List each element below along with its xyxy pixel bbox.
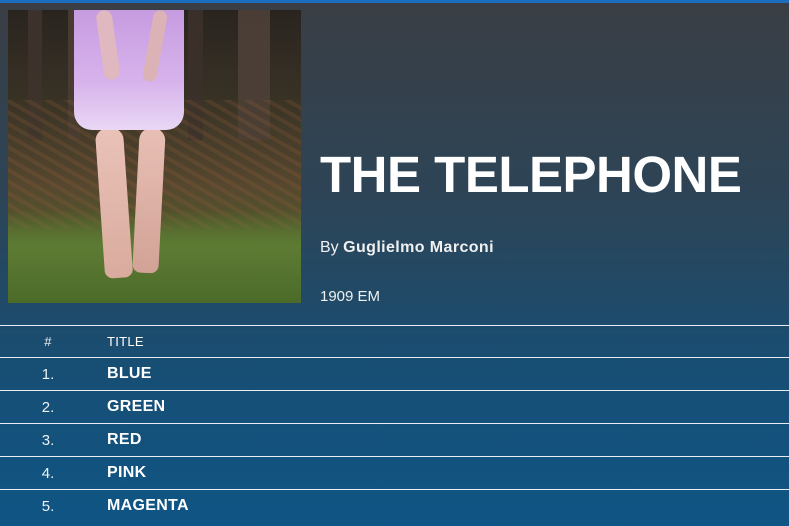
cover-figure-dress bbox=[74, 10, 184, 130]
column-header-number: # bbox=[44, 334, 52, 349]
album-header: THE TELEPHONE By Guglielmo Marconi 1909 … bbox=[0, 3, 789, 325]
album-cover-image bbox=[8, 10, 301, 303]
track-number: 1. bbox=[41, 365, 55, 383]
column-header-title: TITLE bbox=[107, 334, 144, 349]
track-number: 3. bbox=[41, 431, 55, 449]
artist-name[interactable]: Guglielmo Marconi bbox=[343, 239, 494, 256]
track-number: 4. bbox=[41, 464, 55, 482]
track-row[interactable]: 3. RED bbox=[0, 423, 789, 456]
album-title: THE TELEPHONE bbox=[320, 146, 742, 203]
track-title: MAGENTA bbox=[107, 497, 189, 514]
track-list: # TITLE 1. BLUE 2. GREEN 3. RED 4. PINK … bbox=[0, 325, 789, 522]
track-title: RED bbox=[107, 431, 142, 448]
track-number: 2. bbox=[41, 398, 55, 416]
track-row[interactable]: 5. MAGENTA bbox=[0, 489, 789, 522]
track-row[interactable]: 1. BLUE bbox=[0, 357, 789, 390]
track-row[interactable]: 4. PINK bbox=[0, 456, 789, 489]
track-title: BLUE bbox=[107, 365, 152, 382]
track-row[interactable]: 2. GREEN bbox=[0, 390, 789, 423]
byline-prefix: By bbox=[320, 239, 339, 256]
track-list-header: # TITLE bbox=[0, 325, 789, 357]
track-title: PINK bbox=[107, 464, 147, 481]
album-year: 1909 EM bbox=[320, 288, 381, 305]
album-byline: By Guglielmo Marconi bbox=[320, 239, 494, 257]
track-title: GREEN bbox=[107, 398, 166, 415]
track-number: 5. bbox=[41, 497, 55, 515]
